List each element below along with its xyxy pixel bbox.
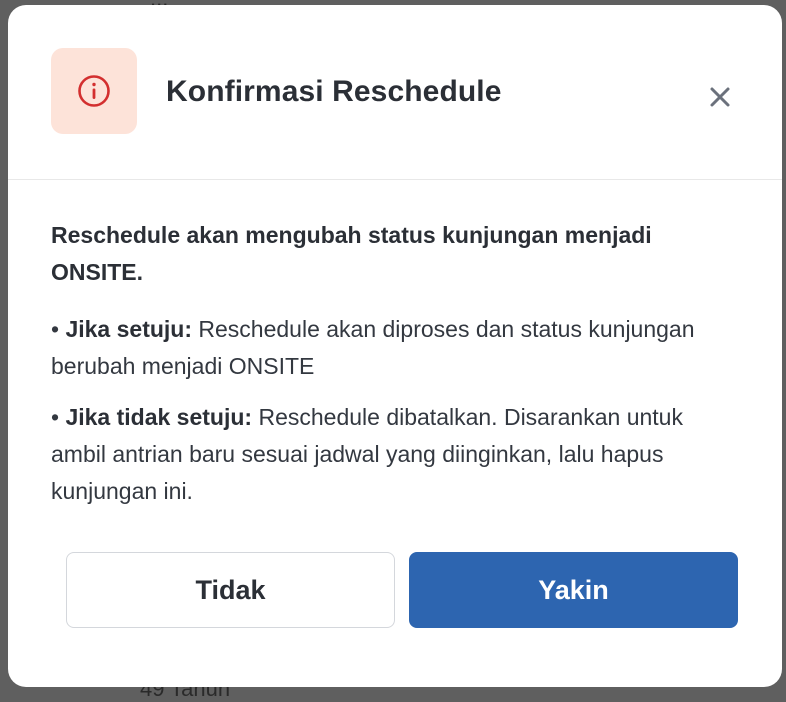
bullet: • (51, 404, 60, 430)
alert-icon-tile (51, 48, 137, 134)
dialog-header: Konfirmasi Reschedule (8, 5, 782, 180)
agree-label: Jika setuju: (65, 316, 192, 342)
disagree-explanation: • Jika tidak setuju: Reschedule dibatalk… (51, 399, 741, 510)
close-icon (710, 87, 730, 107)
info-circle-icon (78, 75, 110, 107)
reschedule-confirmation-dialog: Konfirmasi Reschedule Reschedule akan me… (8, 5, 782, 687)
bullet: • (51, 316, 60, 342)
cancel-button[interactable]: Tidak (66, 552, 395, 628)
dialog-lead-text: Reschedule akan mengubah status kunjunga… (51, 222, 652, 285)
dialog-body: Reschedule akan mengubah status kunjunga… (51, 217, 741, 524)
close-button[interactable] (704, 81, 736, 113)
dialog-title: Konfirmasi Reschedule (166, 75, 502, 108)
confirm-button[interactable]: Yakin (409, 552, 738, 628)
agree-explanation: • Jika setuju: Reschedule akan diproses … (51, 311, 741, 385)
disagree-label: Jika tidak setuju: (65, 404, 253, 430)
